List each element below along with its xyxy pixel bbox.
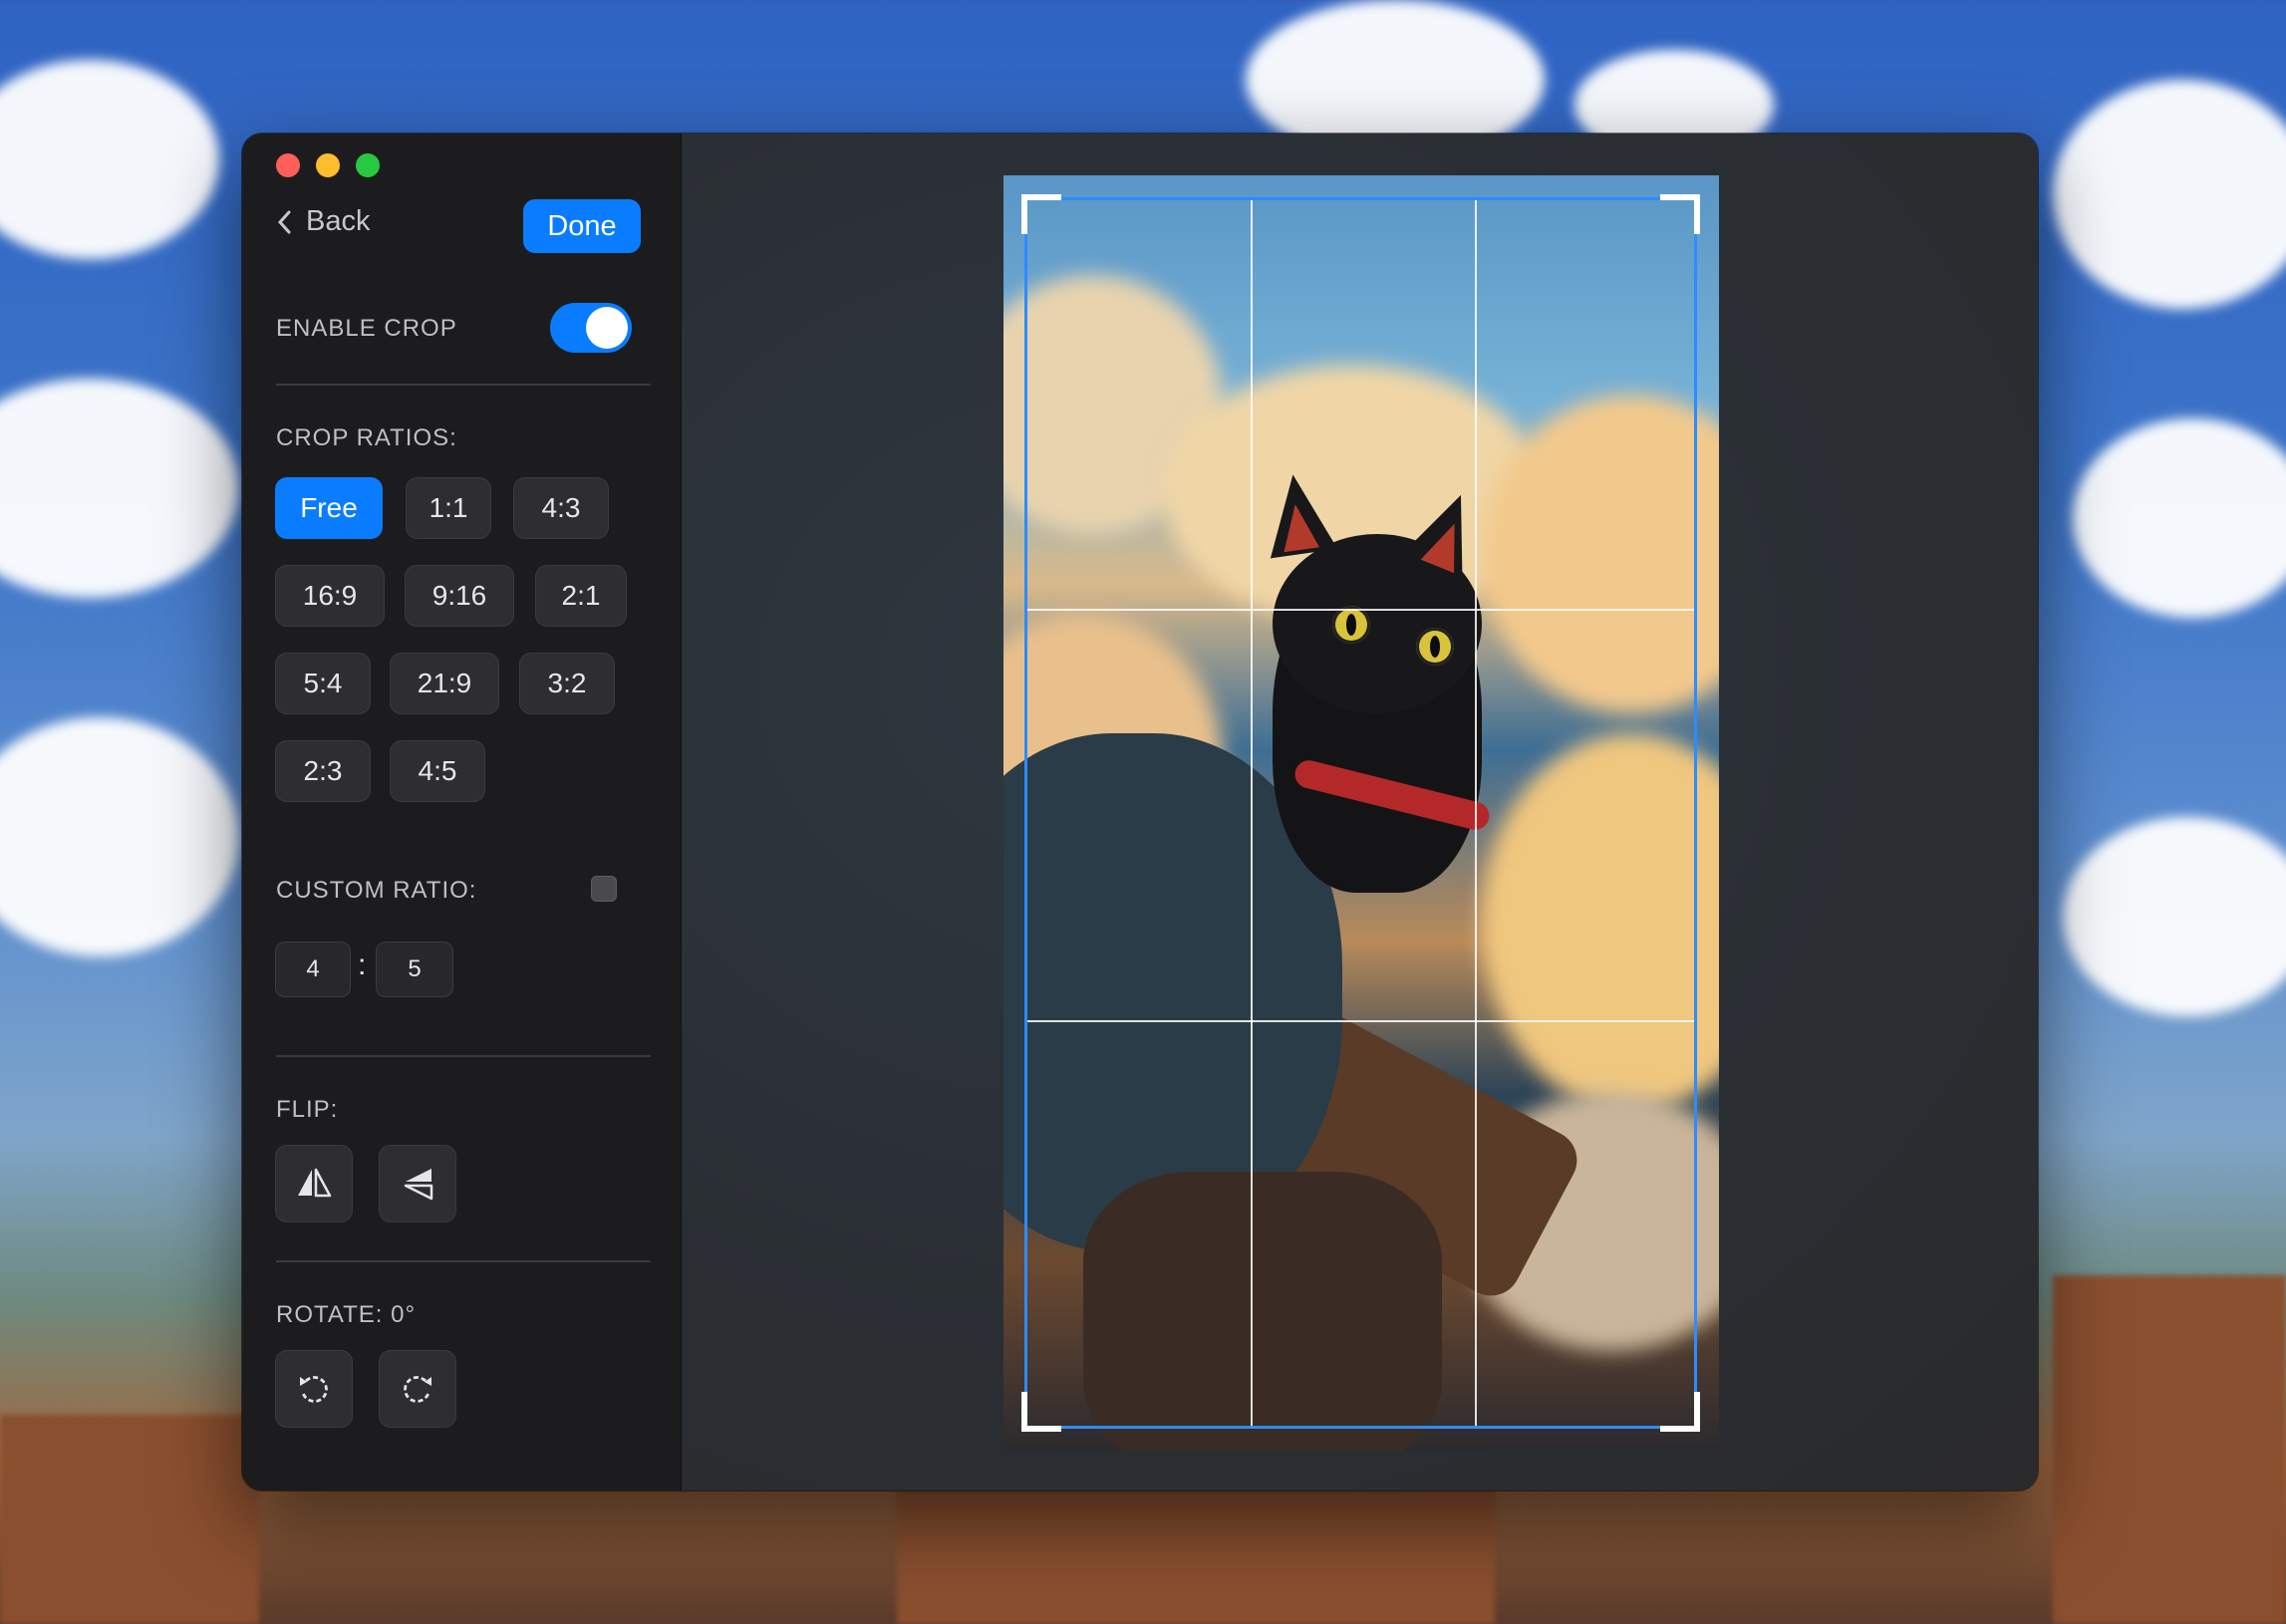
custom-ratio-width-input[interactable]: 4 — [275, 942, 351, 997]
zoom-window-button[interactable] — [356, 153, 380, 177]
crop-handle-top-left[interactable] — [1021, 194, 1061, 234]
custom-ratio-height-input[interactable]: 5 — [376, 942, 453, 997]
ratio-button-4-3[interactable]: 4:3 — [513, 477, 609, 539]
ratio-button-3-2[interactable]: 3:2 — [519, 653, 615, 714]
ratio-button-5-4[interactable]: 5:4 — [275, 653, 371, 714]
ratio-button-21-9[interactable]: 21:9 — [390, 653, 499, 714]
rotate-left-icon — [300, 1376, 328, 1403]
chevron-left-icon — [277, 210, 291, 233]
flip-horizontal-button[interactable] — [275, 1145, 353, 1222]
crop-handle-top-right[interactable] — [1660, 194, 1700, 234]
flip-label: FLIP: — [276, 1096, 339, 1123]
crop-handle-bottom-left[interactable] — [1021, 1392, 1061, 1432]
ratio-button-16-9[interactable]: 16:9 — [275, 565, 385, 627]
crop-grid-line — [1027, 609, 1694, 611]
crop-grid-line — [1475, 200, 1477, 1426]
back-button[interactable]: Back — [276, 205, 370, 238]
ratio-button-free[interactable]: Free — [275, 477, 383, 539]
crop-editor-window: Back Done ENABLE CROP CROP RATIOS: Free … — [242, 134, 2038, 1490]
ratio-button-1-1[interactable]: 1:1 — [406, 477, 491, 539]
minimize-window-button[interactable] — [316, 153, 340, 177]
divider — [276, 1055, 651, 1057]
crop-ratios-label: CROP RATIOS: — [276, 424, 457, 451]
done-button[interactable]: Done — [523, 199, 641, 253]
ratio-button-2-1[interactable]: 2:1 — [535, 565, 627, 627]
ratio-button-2-3[interactable]: 2:3 — [275, 740, 371, 802]
sidebar: Back Done ENABLE CROP CROP RATIOS: Free … — [242, 134, 682, 1490]
crop-grid-line — [1251, 200, 1253, 1426]
rotate-right-button[interactable] — [379, 1350, 456, 1428]
crop-frame[interactable] — [1021, 194, 1700, 1432]
close-window-button[interactable] — [276, 153, 300, 177]
ratio-button-9-16[interactable]: 9:16 — [405, 565, 514, 627]
rotate-left-button[interactable] — [275, 1350, 353, 1428]
enable-crop-toggle[interactable] — [550, 303, 632, 353]
back-label: Back — [306, 205, 371, 237]
rotate-right-icon — [404, 1376, 431, 1403]
enable-crop-label: ENABLE CROP — [276, 315, 457, 342]
rotate-label: ROTATE: 0° — [276, 1301, 417, 1328]
flip-horizontal-icon — [298, 1168, 332, 1198]
divider — [276, 384, 651, 386]
toggle-knob — [586, 307, 628, 349]
flip-vertical-button[interactable] — [379, 1145, 456, 1222]
crop-handle-bottom-right[interactable] — [1660, 1392, 1700, 1432]
flip-vertical-icon — [404, 1169, 433, 1201]
custom-ratio-checkbox[interactable] — [591, 876, 617, 902]
ratio-separator: : — [358, 948, 367, 981]
custom-ratio-label: CUSTOM RATIO: — [276, 877, 477, 904]
ratio-button-4-5[interactable]: 4:5 — [390, 740, 485, 802]
crop-grid-line — [1027, 1020, 1694, 1022]
divider — [276, 1260, 651, 1262]
